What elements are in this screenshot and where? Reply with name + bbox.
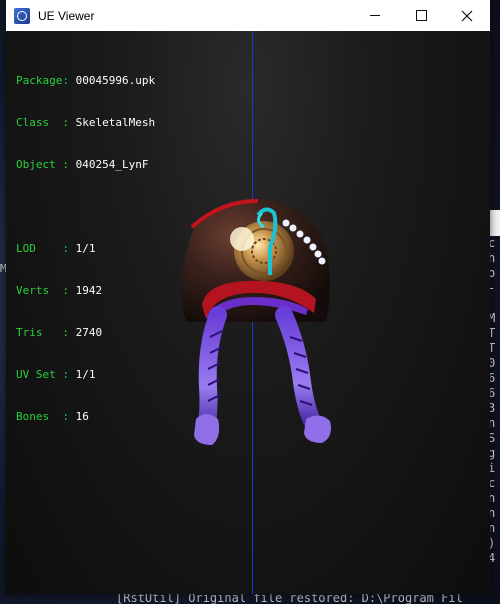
3d-viewport[interactable]: Package: 00045996.upk Class : SkeletalMe… [6, 31, 490, 594]
window-title: UE Viewer [38, 8, 95, 23]
close-icon [461, 10, 473, 21]
title-bar[interactable]: UE Viewer [6, 0, 490, 31]
verts-value: 1942 [75, 284, 103, 297]
tris-label: Tris : [16, 326, 69, 339]
class-value: SkeletalMesh [75, 116, 156, 129]
mesh-info-overlay: Package: 00045996.upk Class : SkeletalMe… [16, 46, 155, 452]
ue-viewer-window[interactable]: UE Viewer Package: 00045996.upk Class : … [6, 0, 490, 594]
minimize-icon [370, 15, 380, 16]
lod-value: 1/1 [75, 242, 96, 255]
maximize-button[interactable] [398, 0, 444, 31]
package-value: 00045996.upk [75, 74, 156, 87]
maximize-icon [415, 10, 427, 21]
object-label: Object : [16, 158, 69, 171]
class-label: Class : [16, 116, 69, 129]
background-window-strip [490, 210, 500, 236]
lod-label: LOD : [16, 242, 69, 255]
app-icon [14, 7, 30, 24]
close-button[interactable] [444, 0, 490, 31]
uvset-label: UV Set : [16, 368, 69, 381]
bones-label: Bones : [16, 410, 69, 423]
bones-value: 16 [75, 410, 89, 423]
package-label: Package: [16, 74, 69, 87]
uvset-value: 1/1 [75, 368, 96, 381]
hat-mesh-render[interactable] [166, 187, 346, 447]
object-value: 040254_LynF [75, 158, 149, 171]
minimize-button[interactable] [352, 0, 398, 31]
tris-value: 2740 [75, 326, 103, 339]
verts-label: Verts : [16, 284, 69, 297]
